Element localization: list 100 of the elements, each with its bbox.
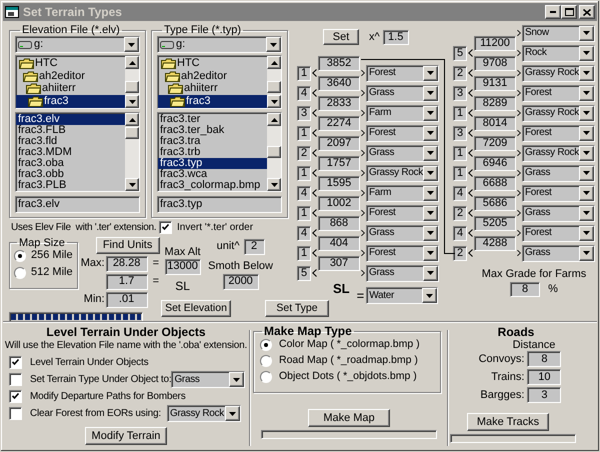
file-item[interactable]: frac3.oba	[16, 158, 125, 169]
dropdown[interactable]: Grass	[366, 224, 439, 242]
count-field[interactable]: 3	[453, 86, 467, 100]
file-item[interactable]: frac3.fld	[16, 136, 125, 147]
file-item[interactable]: frac3.FLB	[16, 125, 125, 136]
elevation-field[interactable]: 9131	[474, 76, 516, 90]
checkbox[interactable]	[9, 390, 22, 403]
count-field[interactable]: 4	[297, 186, 311, 200]
dropdown[interactable]: Grass	[366, 144, 439, 162]
checkbox[interactable]	[9, 407, 22, 420]
dropdown[interactable]: Forest	[366, 124, 439, 142]
radio-button[interactable]	[260, 338, 272, 350]
folder-item[interactable]: HTC	[16, 57, 125, 70]
number-field[interactable]: 13000	[164, 258, 201, 275]
dropdown[interactable]: Grassy Rock	[522, 144, 595, 162]
scroll-up-button[interactable]	[267, 56, 281, 69]
elevation-field[interactable]: 11200	[474, 36, 516, 50]
dropdown[interactable]: Grassy Rock	[522, 64, 595, 82]
file-item[interactable]: frac3.trb	[158, 147, 267, 158]
scroll-down-button[interactable]	[267, 95, 281, 108]
dropdown[interactable]: Grass	[522, 244, 595, 262]
dropdown[interactable]: Forest	[366, 244, 439, 262]
dropdown[interactable]: Grass	[366, 84, 439, 102]
dropdown[interactable]: Grassy Rock	[366, 164, 439, 182]
count-field[interactable]: 3	[297, 106, 311, 120]
count-field[interactable]: 1	[453, 166, 467, 180]
elevation-field[interactable]: 1757	[318, 156, 360, 170]
dropdown-button[interactable]	[423, 206, 438, 220]
dropdown[interactable]: Grassy Rock	[522, 104, 595, 122]
elevation-field[interactable]: 5686	[474, 196, 516, 210]
filename-field[interactable]: frac3.elv	[15, 196, 140, 213]
button[interactable]: Make Map	[308, 409, 390, 427]
file-item[interactable]: frac3.tra	[158, 136, 267, 147]
dropdown-button[interactable]	[579, 46, 594, 60]
button[interactable]: Set Type	[265, 300, 329, 317]
elevation-field[interactable]: 8014	[474, 116, 516, 130]
number-field[interactable]: 1.5	[382, 30, 409, 44]
file-item[interactable]: frac3.obb	[16, 169, 125, 180]
count-field[interactable]: 1	[297, 166, 311, 180]
dropdown-button[interactable]	[579, 86, 594, 100]
filename-field[interactable]: frac3.typ	[157, 196, 282, 213]
button[interactable]: Find Units	[96, 236, 160, 254]
dropdown[interactable]: Grass	[366, 264, 439, 282]
number-field[interactable]: 8	[527, 351, 562, 367]
dropdown-button[interactable]	[229, 372, 244, 387]
elevation-field[interactable]: 3640	[318, 76, 360, 90]
count-field[interactable]: 2	[453, 246, 467, 260]
count-field[interactable]: 4	[453, 226, 467, 240]
dropdown-button[interactable]	[423, 126, 438, 140]
elevation-field[interactable]: 868	[318, 216, 360, 230]
dropdown-button[interactable]	[579, 166, 594, 180]
file-item[interactable]: frac3.wca	[158, 169, 267, 180]
button[interactable]: Modify Terrain	[85, 427, 167, 445]
dropdown-button[interactable]	[423, 146, 438, 160]
scroll-down-button[interactable]	[125, 95, 139, 108]
checkbox[interactable]	[9, 373, 22, 386]
drive-dropdown[interactable]: g:	[15, 36, 140, 53]
dropdown[interactable]: Forest	[366, 204, 439, 222]
number-field[interactable]: 3	[527, 387, 562, 403]
elevation-field[interactable]: 6946	[474, 156, 516, 170]
number-field[interactable]: 10	[527, 369, 562, 385]
count-field[interactable]: 4	[297, 226, 311, 240]
folder-item[interactable]: HTC	[158, 57, 267, 70]
file-item[interactable]: frac3.MDM	[16, 147, 125, 158]
scrollbar[interactable]	[267, 56, 281, 108]
number-field[interactable]: 1.7	[106, 274, 148, 290]
number-field[interactable]: 8	[510, 282, 540, 297]
count-field[interactable]: 5	[453, 46, 467, 60]
checkbox[interactable]	[159, 221, 172, 234]
dropdown-button[interactable]	[225, 406, 240, 421]
dropdown[interactable]: Farm	[366, 184, 439, 202]
dropdown[interactable]: Grassy Rock	[167, 405, 241, 422]
count-field[interactable]: 2	[453, 206, 467, 220]
folder-item[interactable]: ahiiterr	[158, 82, 267, 96]
close-button[interactable]	[579, 5, 595, 19]
scrollbar[interactable]	[125, 113, 139, 191]
count-field[interactable]: 1	[453, 106, 467, 120]
elevation-field[interactable]: 4288	[474, 236, 516, 250]
dropdown-button[interactable]	[423, 266, 438, 280]
dropdown-button[interactable]	[124, 37, 139, 52]
dropdown-button[interactable]	[266, 37, 281, 52]
dropdown[interactable]: Grass	[171, 371, 246, 388]
scrollbar[interactable]	[267, 113, 281, 191]
maximize-button[interactable]	[561, 5, 577, 19]
count-field[interactable]: 2	[297, 146, 311, 160]
dropdown[interactable]: Forest	[522, 84, 595, 102]
file-item[interactable]: frac3.ter_bak	[158, 125, 267, 136]
count-field[interactable]: 4	[297, 86, 311, 100]
dropdown[interactable]: Forest	[522, 124, 595, 142]
number-field[interactable]: 28.28	[106, 256, 148, 272]
elevation-field[interactable]: 3852	[318, 56, 360, 70]
dropdown-button[interactable]	[579, 226, 594, 240]
elevation-field[interactable]: 9708	[474, 56, 516, 70]
dropdown[interactable]: Grass	[522, 204, 595, 222]
dropdown-button[interactable]	[423, 106, 438, 120]
count-field[interactable]: 1	[297, 126, 311, 140]
scroll-thumb[interactable]	[125, 81, 139, 93]
button[interactable]: Set	[323, 29, 359, 45]
scroll-up-button[interactable]	[125, 56, 139, 69]
minimize-button[interactable]	[545, 5, 561, 19]
